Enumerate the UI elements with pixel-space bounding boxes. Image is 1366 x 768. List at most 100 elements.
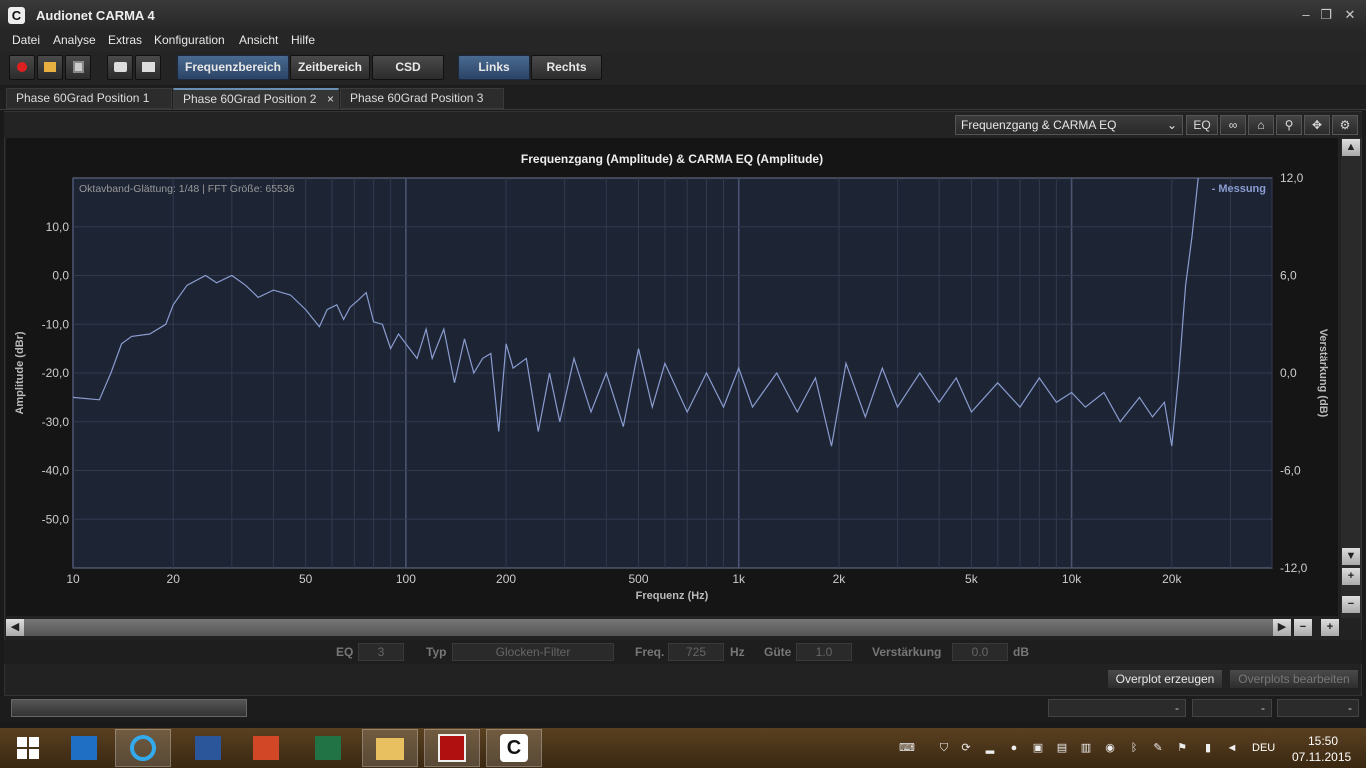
scroll-right-icon[interactable]: ▶ <box>1273 619 1291 636</box>
word-icon <box>195 736 221 760</box>
overplot-create-button[interactable]: Overplot erzeugen <box>1107 669 1223 689</box>
open-button[interactable] <box>37 55 63 80</box>
zoom-in-icon[interactable]: + <box>1342 568 1360 585</box>
taskbar-explorer[interactable] <box>362 729 418 767</box>
monitor-icon[interactable]: ▤ <box>1054 740 1070 756</box>
y-axis-label: Amplitude (dBr) <box>14 331 26 414</box>
shield-icon[interactable]: ⛉ <box>936 740 952 756</box>
menu-konfiguration[interactable]: Konfiguration <box>154 33 225 47</box>
taskbar-powerpoint[interactable] <box>238 729 294 767</box>
display-icon[interactable]: ▥ <box>1078 740 1094 756</box>
taskbar-word[interactable] <box>180 729 236 767</box>
menu-analyse[interactable]: Analyse <box>53 33 96 47</box>
save-button[interactable] <box>65 55 91 80</box>
view-frequenzbereich-button[interactable]: Frequenzbereich <box>177 55 289 80</box>
typ-select[interactable]: Glocken-Filter <box>452 643 614 661</box>
tab-position-1[interactable]: Phase 60Grad Position 1 <box>6 88 172 109</box>
taskbar-ie[interactable] <box>115 729 171 767</box>
guete-label: Güte <box>764 645 792 659</box>
clock-date[interactable]: 07.11.2015 <box>1292 750 1351 764</box>
eq-select[interactable]: 3 <box>358 643 404 661</box>
link-icon[interactable]: ∞ <box>1220 115 1246 135</box>
taskbar-acrobat[interactable] <box>424 729 480 767</box>
taskbar-outlook[interactable] <box>56 729 112 767</box>
vertical-scrollbar[interactable]: ▲ ▼ + − <box>1341 138 1361 618</box>
guete-input[interactable]: 1.0 <box>796 643 852 661</box>
x-tick-label: 50 <box>299 572 313 586</box>
keyboard-icon[interactable]: ⌨ <box>892 740 922 756</box>
carma-icon: C <box>500 734 528 762</box>
x-tick-label: 1k <box>732 572 746 586</box>
chart-type-select[interactable]: Frequenzgang & CARMA EQ ⌄ <box>955 115 1183 135</box>
bluetooth-icon[interactable]: ᛒ <box>1126 740 1142 756</box>
volume-icon[interactable]: ◄ <box>1224 740 1240 756</box>
app-tray-icon[interactable]: ● <box>1006 740 1022 756</box>
taskbar-excel[interactable] <box>300 729 356 767</box>
powerpoint-icon <box>253 736 279 760</box>
start-button[interactable] <box>0 729 56 767</box>
gear-icon[interactable]: ⚙ <box>1332 115 1358 135</box>
record-icon <box>17 62 27 72</box>
frequency-chart[interactable]: Frequenzgang (Amplitude) & CARMA EQ (Amp… <box>6 138 1338 616</box>
eq-button[interactable]: EQ <box>1186 115 1218 135</box>
acrobat-icon <box>438 734 466 762</box>
menu-ansicht[interactable]: Ansicht <box>239 33 278 47</box>
menu-datei[interactable]: Datei <box>12 33 40 47</box>
move-icon[interactable]: ✥ <box>1304 115 1330 135</box>
close-icon[interactable]: ✕ <box>1340 6 1360 24</box>
y2-tick-label: 6,0 <box>1280 269 1297 283</box>
x-tick-label: 2k <box>833 572 847 586</box>
channel-links-button[interactable]: Links <box>458 55 530 80</box>
flag-icon[interactable]: ⚑ <box>1174 740 1190 756</box>
tab-position-2[interactable]: Phase 60Grad Position 2 × <box>173 88 339 109</box>
webcam-icon[interactable]: ◉ <box>1102 740 1118 756</box>
h-zoom-out-icon[interactable]: − <box>1294 619 1312 636</box>
home-icon[interactable]: ⌂ <box>1248 115 1274 135</box>
x-tick-label: 20k <box>1162 572 1182 586</box>
record-button[interactable] <box>9 55 35 80</box>
menu-extras[interactable]: Extras <box>108 33 142 47</box>
gain-input[interactable]: 0.0 <box>952 643 1008 661</box>
taskbar-carma[interactable]: C <box>486 729 542 767</box>
y-tick-label: -40,0 <box>42 464 70 478</box>
network-tray-icon[interactable]: ▣ <box>1030 740 1046 756</box>
minimize-icon[interactable]: – <box>1296 6 1316 24</box>
restore-icon[interactable]: ❐ <box>1316 6 1336 24</box>
x-tick-label: 20 <box>167 572 181 586</box>
y-tick-label: 10,0 <box>46 220 70 234</box>
y-tick-label: -30,0 <box>42 415 70 429</box>
battery-icon[interactable]: ▮ <box>1200 740 1216 756</box>
menu-hilfe[interactable]: Hilfe <box>291 33 315 47</box>
print-button[interactable] <box>135 55 161 80</box>
horizontal-scrollbar[interactable]: ◀ ▶ <box>6 619 1291 636</box>
x-tick-label: 500 <box>629 572 649 586</box>
camera-icon <box>113 62 127 72</box>
x-tick-label: 10k <box>1062 572 1082 586</box>
freq-unit: Hz <box>730 645 745 659</box>
y-tick-label: 0,0 <box>52 269 69 283</box>
clock-time[interactable]: 15:50 <box>1308 734 1338 748</box>
view-zeitbereich-button[interactable]: Zeitbereich <box>290 55 370 80</box>
app-icon[interactable]: C <box>8 7 25 24</box>
overplot-edit-button[interactable]: Overplots bearbeiten <box>1229 669 1359 689</box>
freq-input[interactable]: 725 <box>668 643 724 661</box>
zoom-icon[interactable]: ⚲ <box>1276 115 1302 135</box>
tools-icon[interactable]: ✎ <box>1150 740 1166 756</box>
progress-bar <box>11 699 247 717</box>
tab-close-icon[interactable]: × <box>327 90 334 109</box>
screenshot-button[interactable] <box>107 55 133 80</box>
channel-rechts-button[interactable]: Rechts <box>531 55 602 80</box>
h-zoom-in-icon[interactable]: + <box>1321 619 1339 636</box>
view-csd-button[interactable]: CSD <box>372 55 444 80</box>
scroll-left-icon[interactable]: ◀ <box>6 619 24 636</box>
windows-icon <box>17 737 39 759</box>
x-axis-label: Frequenz (Hz) <box>636 590 709 602</box>
scroll-down-icon[interactable]: ▼ <box>1342 548 1360 565</box>
tab-position-3[interactable]: Phase 60Grad Position 3 <box>340 88 504 109</box>
y2-tick-label: -12,0 <box>1280 561 1308 575</box>
sync-icon[interactable]: ⟳ <box>958 740 974 756</box>
language-indicator[interactable]: DEU <box>1252 742 1275 754</box>
zoom-out-icon[interactable]: − <box>1342 596 1360 613</box>
signal-icon[interactable]: ▂ <box>982 740 998 756</box>
scroll-up-icon[interactable]: ▲ <box>1342 139 1360 156</box>
